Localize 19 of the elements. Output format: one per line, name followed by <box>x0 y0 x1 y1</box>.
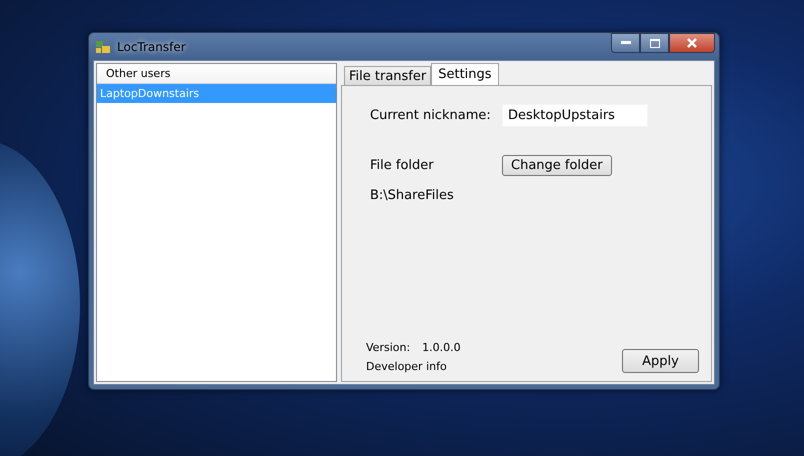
close-icon <box>687 38 697 48</box>
minimize-icon <box>620 41 630 45</box>
folder-label: File folder <box>370 158 435 173</box>
close-button[interactable] <box>669 33 715 53</box>
maximize-icon <box>650 38 660 48</box>
apply-button[interactable]: Apply <box>622 349 699 373</box>
minimize-button[interactable] <box>611 33 640 53</box>
tab[interactable]: File transfer <box>344 66 432 85</box>
app-icon <box>95 38 111 54</box>
window-title: LocTransfer <box>117 40 186 54</box>
tab[interactable]: Settings <box>431 63 499 85</box>
maximize-button[interactable] <box>640 33 669 53</box>
version-value: 1.0.0.0 <box>422 341 461 354</box>
version-label: Version: <box>366 341 410 354</box>
developer-info-link[interactable]: Developer info <box>366 360 461 373</box>
nickname-label: Current nickname: <box>370 108 492 123</box>
nickname-field[interactable]: DesktopUpstairs <box>502 104 648 127</box>
folder-path: B:\ShareFiles <box>370 188 455 203</box>
change-folder-button[interactable]: Change folder <box>502 155 612 176</box>
